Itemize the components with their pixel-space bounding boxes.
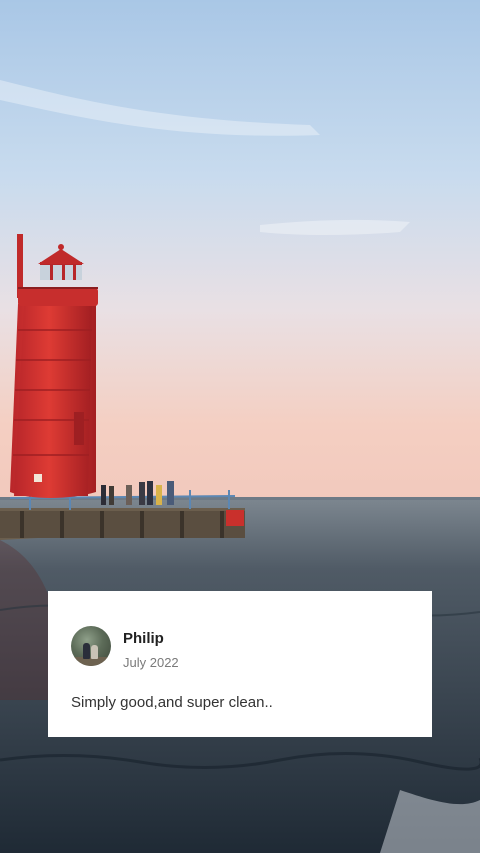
review-card: Philip July 2022 Simply good,and super c… <box>48 591 432 737</box>
reviewer-name: Philip <box>123 630 164 647</box>
avatar[interactable] <box>71 626 111 666</box>
avatar-person <box>91 645 98 659</box>
review-date: July 2022 <box>123 655 179 670</box>
review-text: Simply good,and super clean.. <box>71 694 273 711</box>
avatar-person <box>83 643 90 659</box>
